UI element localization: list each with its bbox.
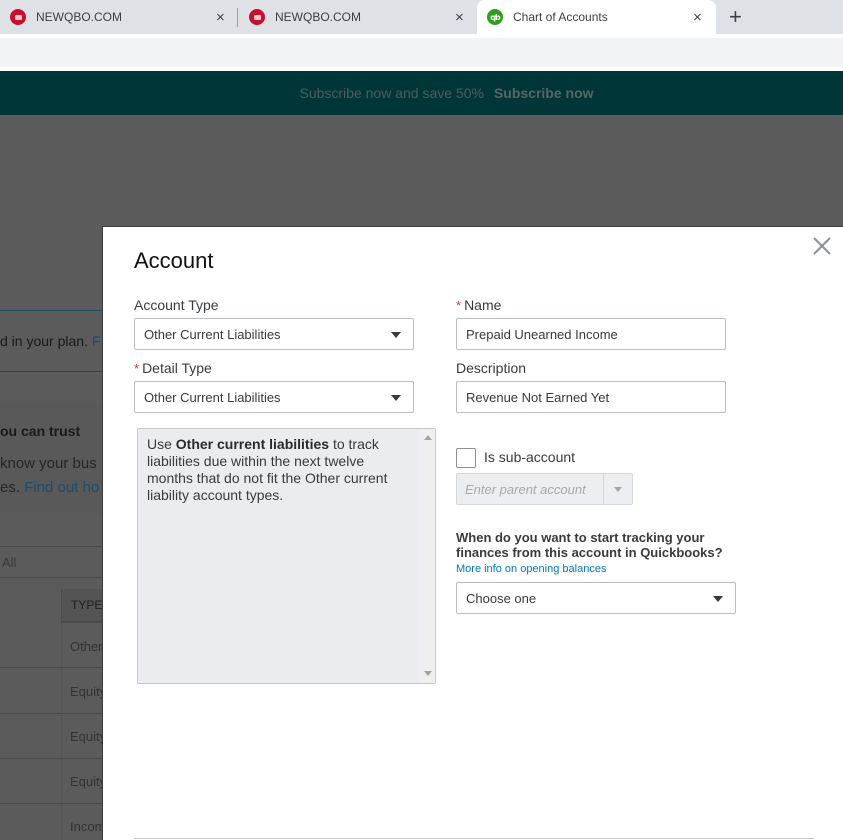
browser-tab-newqbo-1[interactable]: NEWQBO.COM ×	[10, 0, 236, 34]
chevron-down-icon	[614, 487, 622, 492]
scroll-down-arrow-icon[interactable]	[424, 671, 432, 676]
subscribe-banner: Subscribe now and save 50% Subscribe now	[0, 71, 843, 115]
account-modal: Account Account Type Other Current Liabi…	[102, 226, 843, 840]
detail-type-label: * Detail Type	[134, 360, 212, 376]
account-type-label: Account Type	[134, 297, 219, 313]
parent-account-combobox: Enter parent account	[456, 473, 633, 505]
table-cell-type: Equity	[70, 684, 102, 699]
plan-notice-text: d in your plan. F	[0, 333, 100, 349]
name-label: * Name	[456, 297, 501, 313]
chevron-down-icon	[713, 596, 723, 602]
browser-tab-chart-of-accounts[interactable]: qb Chart of Accounts ×	[477, 0, 716, 34]
close-icon	[813, 237, 831, 255]
help-scrollbar[interactable]	[419, 429, 435, 683]
opening-balances-link[interactable]: More info on opening balances	[456, 563, 606, 575]
sub-account-checkbox[interactable]	[456, 448, 476, 468]
chevron-down-icon	[391, 332, 401, 338]
table-cell-type: Equity	[70, 729, 102, 744]
parent-account-placeholder: Enter parent account	[465, 482, 586, 497]
tracking-start-value: Choose one	[466, 590, 537, 606]
close-tab-icon[interactable]: ×	[216, 9, 225, 26]
quickbooks-favicon-icon: qb	[487, 9, 503, 25]
description-input[interactable]	[456, 381, 726, 413]
trust-card-text-2: es. Find out ho	[0, 479, 99, 496]
tab-title: NEWQBO.COM	[275, 10, 361, 24]
chevron-down-icon	[391, 395, 401, 401]
tab-title: NEWQBO.COM	[36, 10, 122, 24]
required-asterisk: *	[456, 298, 462, 313]
modal-title: Account	[134, 248, 214, 273]
new-tab-button[interactable]: +	[729, 5, 742, 29]
column-header-type[interactable]: TYPE	[61, 589, 102, 623]
detail-type-help-box[interactable]: Use Other current liabilities to track l…	[137, 428, 436, 684]
banner-text: Subscribe now and save 50%	[299, 85, 484, 101]
description-label: Description	[456, 360, 527, 376]
account-type-value: Other Current Liabilities	[144, 326, 281, 342]
name-input[interactable]	[456, 318, 726, 350]
newqbo-favicon-icon	[249, 9, 265, 25]
help-prefix: Use	[147, 436, 176, 452]
tab-title: Chart of Accounts	[513, 10, 608, 24]
close-tab-icon[interactable]: ×	[693, 9, 702, 26]
detail-type-value: Other Current Liabilities	[144, 389, 281, 405]
account-type-select[interactable]: Other Current Liabilities	[134, 318, 414, 350]
scroll-up-arrow-icon[interactable]	[424, 435, 432, 440]
detail-type-label-text: Detail Type	[142, 360, 212, 376]
table-cell-type: Income	[70, 819, 102, 834]
tracking-start-select[interactable]: Choose one	[456, 582, 736, 614]
close-modal-button[interactable]	[811, 235, 833, 257]
detail-type-select[interactable]: Other Current Liabilities	[134, 381, 414, 413]
tracking-question: When do you want to start tracking your …	[456, 530, 723, 560]
combo-separator	[603, 474, 604, 504]
footer-divider	[134, 838, 814, 839]
plan-text: d in your plan.	[0, 333, 92, 349]
table-cell-type: Equity	[70, 774, 102, 789]
plan-link[interactable]: F	[92, 333, 101, 349]
trust-text: es.	[0, 479, 25, 496]
close-tab-icon[interactable]: ×	[455, 9, 464, 26]
table-cell-type: Other	[70, 639, 102, 654]
tab-separator	[237, 8, 238, 27]
name-label-text: Name	[464, 297, 502, 313]
subscribe-now-link[interactable]: Subscribe now	[494, 85, 594, 101]
detail-type-help-text: Use Other current liabilities to track l…	[147, 436, 412, 504]
trust-card-text: know your bus	[0, 455, 97, 472]
help-bold: Other current liabilities	[175, 436, 330, 452]
browser-toolbar	[0, 34, 843, 71]
trust-card-title: ou can trust	[0, 423, 81, 439]
browser-tab-newqbo-2[interactable]: NEWQBO.COM ×	[249, 0, 475, 34]
filter-all[interactable]: All	[2, 555, 16, 570]
address-bar[interactable]	[0, 38, 843, 67]
find-out-how-link[interactable]: Find out ho	[24, 479, 99, 496]
sub-account-label[interactable]: Is sub-account	[484, 449, 575, 465]
required-asterisk: *	[134, 361, 140, 376]
browser-tab-strip: NEWQBO.COM × NEWQBO.COM × qb Chart of Ac…	[0, 0, 843, 34]
newqbo-favicon-icon	[10, 9, 26, 25]
